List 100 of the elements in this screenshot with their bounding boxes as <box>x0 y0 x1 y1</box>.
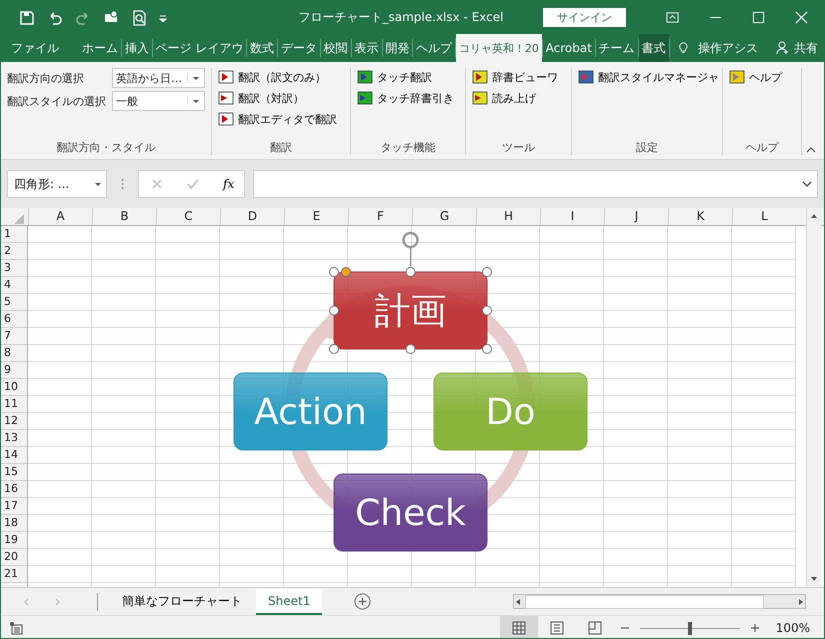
ribbon-button[interactable]: 翻訳（訳文のみ） <box>218 68 344 86</box>
row-header[interactable]: 5 <box>1 294 27 311</box>
column-header[interactable]: I <box>540 208 604 225</box>
ribbon-tab[interactable]: ファイル <box>1 34 67 62</box>
ribbon-tab[interactable]: ホーム <box>79 34 121 62</box>
zoom-level[interactable]: 100% <box>776 621 810 635</box>
ribbon-button[interactable]: ヘルプ <box>729 68 795 86</box>
add-sheet-icon[interactable] <box>354 593 372 610</box>
combo-label: 翻訳スタイルの選択 <box>7 94 106 108</box>
ribbon-tab[interactable]: Acrobat <box>542 34 595 62</box>
column-header[interactable]: G <box>412 208 476 225</box>
customize-icon[interactable] <box>159 14 167 22</box>
page-break-icon <box>588 621 602 635</box>
macro-record-icon[interactable] <box>9 621 23 635</box>
sheet-tab[interactable]: Sheet1 <box>256 588 322 614</box>
row-header[interactable]: 4 <box>1 277 27 294</box>
column-header[interactable]: A <box>28 208 92 225</box>
column-header[interactable]: H <box>476 208 540 225</box>
sign-in-button[interactable]: サインイン <box>543 8 626 27</box>
collapse-ribbon-icon[interactable] <box>806 147 816 153</box>
row-header[interactable]: 3 <box>1 260 27 277</box>
ribbon-tab[interactable]: 数式 <box>247 34 278 62</box>
row-header[interactable]: 13 <box>1 430 27 447</box>
insert-function-button[interactable]: fx <box>223 177 234 191</box>
ribbon-tab[interactable]: 書式 <box>638 34 668 62</box>
group-label: 翻訳方向・スタイル <box>56 140 156 155</box>
row-header[interactable]: 2 <box>1 243 27 260</box>
share-button[interactable]: 共有 <box>770 40 824 56</box>
row-header[interactable]: 7 <box>1 328 27 345</box>
column-header[interactable]: F <box>348 208 412 225</box>
row-header[interactable]: 6 <box>1 311 27 328</box>
row-header[interactable]: 12 <box>1 413 27 430</box>
maximize-icon[interactable] <box>752 11 765 24</box>
row-header[interactable]: 14 <box>1 447 27 464</box>
normal-view-button[interactable] <box>500 616 538 638</box>
ribbon-tab[interactable]: 開発 <box>382 34 412 62</box>
ribbon-tab[interactable]: コリャ英和！20 <box>456 34 542 62</box>
name-box[interactable]: 四角形: ... <box>7 170 107 198</box>
close-icon[interactable] <box>795 11 808 24</box>
play-document-icon <box>729 69 745 85</box>
grid-icon <box>512 621 526 635</box>
row-header[interactable]: 10 <box>1 379 27 396</box>
ribbon-tab[interactable]: 挿入 <box>122 34 152 62</box>
row-header[interactable]: 9 <box>1 362 27 379</box>
row-header[interactable]: 16 <box>1 481 27 498</box>
row-header[interactable]: 8 <box>1 345 27 362</box>
row-header[interactable]: 1 <box>1 226 27 243</box>
ribbon-button[interactable]: タッチ翻訳 <box>357 68 459 86</box>
ribbon-tab[interactable]: データ <box>278 34 320 62</box>
ribbon-button[interactable]: 翻訳エディタで翻訳 <box>218 110 344 128</box>
checkmark-icon[interactable] <box>187 178 199 190</box>
shape-label: 計画 <box>374 291 446 332</box>
ribbon-tab[interactable]: ヘルプ <box>413 34 456 62</box>
horizontal-scrollbar[interactable] <box>513 594 806 609</box>
selection-handles[interactable] <box>329 232 492 354</box>
group-label: ヘルプ <box>744 140 780 155</box>
ribbon-tab[interactable]: 表示 <box>352 34 382 62</box>
ribbon-tab[interactable]: ページ レイアウ <box>152 34 246 62</box>
ribbon-display-icon[interactable] <box>666 11 679 24</box>
ribbon-button[interactable]: タッチ辞書引き <box>357 89 459 107</box>
dropdown-field[interactable]: 英語から日… <box>112 68 205 88</box>
scroll-up-icon[interactable] <box>810 212 818 220</box>
print-preview-icon[interactable] <box>131 10 147 26</box>
save-icon[interactable] <box>19 10 35 26</box>
row-header[interactable]: 17 <box>1 498 27 515</box>
row-header[interactable]: 20 <box>1 549 27 566</box>
column-header[interactable]: J <box>604 208 668 225</box>
dropdown-field[interactable]: 一般 <box>112 91 205 111</box>
column-header[interactable]: C <box>156 208 220 225</box>
column-header[interactable]: B <box>92 208 156 225</box>
zoom-slider[interactable] <box>688 622 692 634</box>
ribbon-button[interactable]: 辞書ビューワ <box>472 68 565 86</box>
ribbon-button[interactable]: 翻訳（対訳） <box>218 89 344 107</box>
column-header[interactable]: L <box>732 208 796 225</box>
sheet-tab[interactable]: 簡単なフローチャート <box>108 588 256 614</box>
ribbon-tab[interactable]: 校閲 <box>320 34 351 62</box>
column-header[interactable]: E <box>284 208 348 225</box>
page-icon <box>550 621 564 635</box>
ribbon-tab[interactable]: チーム <box>596 34 638 62</box>
row-header[interactable]: 15 <box>1 464 27 481</box>
column-header[interactable]: K <box>668 208 732 225</box>
row-header[interactable]: 18 <box>1 515 27 532</box>
scroll-right-icon[interactable] <box>797 598 805 606</box>
scroll-down-icon[interactable] <box>810 575 818 583</box>
play-document-icon <box>218 90 234 106</box>
column-header[interactable]: D <box>220 208 284 225</box>
process-shape[interactable] <box>234 372 388 450</box>
row-header[interactable]: 11 <box>1 396 27 413</box>
expand-icon[interactable] <box>802 181 812 187</box>
scroll-left-icon[interactable] <box>514 598 522 606</box>
zoom-in-icon[interactable] <box>750 623 760 633</box>
vertical-scrollbar[interactable] <box>806 208 821 587</box>
ribbon-button[interactable]: 翻訳スタイルマネージャ <box>578 68 716 86</box>
process-shape[interactable] <box>334 474 488 552</box>
process-shape[interactable] <box>334 272 488 350</box>
tell-me-field[interactable]: 操作アシス <box>698 40 758 56</box>
formula-input[interactable] <box>253 170 818 198</box>
row-header[interactable]: 19 <box>1 532 27 549</box>
ribbon-button[interactable]: 読み上げ <box>472 89 565 107</box>
row-header[interactable]: 21 <box>1 566 27 583</box>
